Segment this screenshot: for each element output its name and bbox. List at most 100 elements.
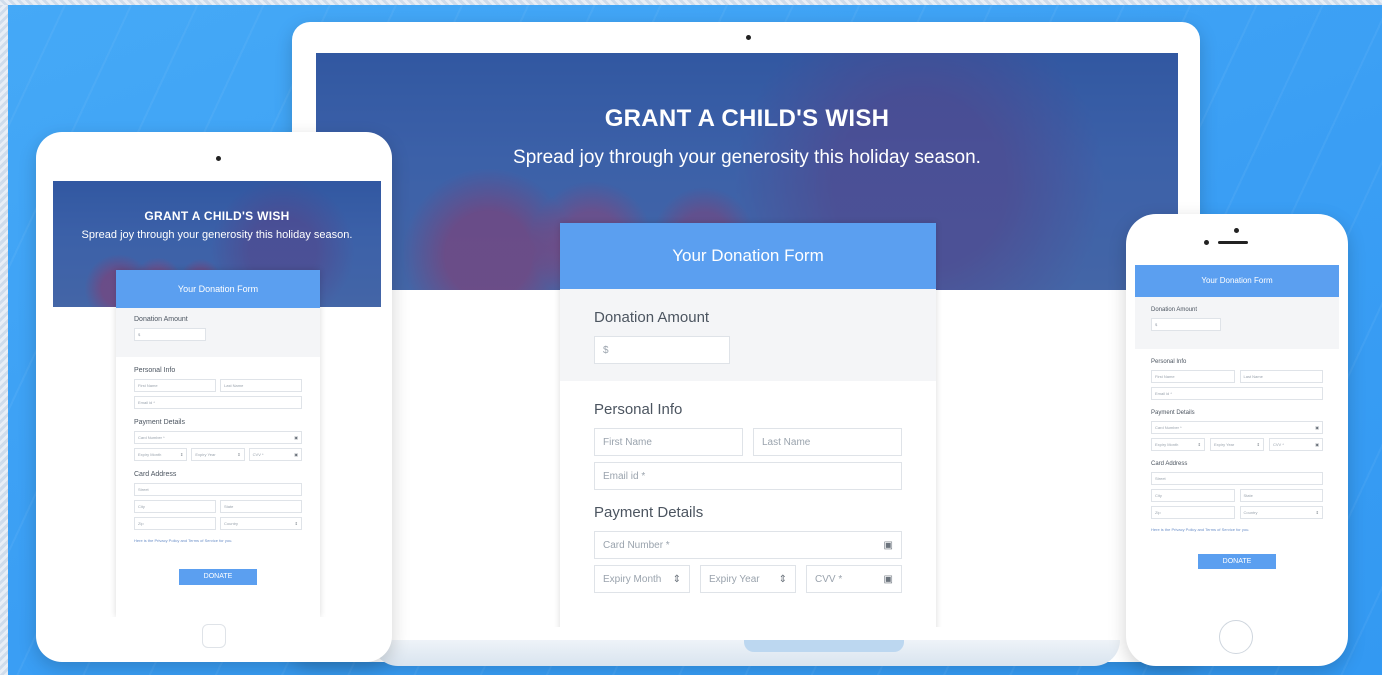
card-address-label: Card Address <box>1151 461 1188 467</box>
expiry-year-select[interactable]: Expiry Year ⇕ <box>191 448 245 461</box>
stepper-icon: ⇕ <box>179 452 184 457</box>
email-placeholder: Email id * <box>603 470 646 482</box>
phone-sensor <box>1204 240 1209 245</box>
frame-edge-left <box>0 0 8 675</box>
donation-amount-input[interactable]: $ <box>1151 318 1221 331</box>
personal-info-label: Personal Info <box>594 401 683 418</box>
state-input[interactable]: State <box>220 500 302 513</box>
currency-symbol: $ <box>603 344 609 356</box>
card-number-placeholder: Card Number * <box>603 539 670 551</box>
zip-input[interactable]: Zip <box>134 517 216 530</box>
expiry-year-select[interactable]: Expiry Year ⇕ <box>1210 438 1264 451</box>
form-header: Your Donation Form <box>1135 265 1339 297</box>
tablet-camera <box>216 156 221 161</box>
laptop-device: GRANT A CHILD'S WISH Spread joy through … <box>292 22 1200 666</box>
donate-button[interactable]: DONATE <box>1198 554 1276 569</box>
donation-amount-input[interactable]: $ <box>134 328 206 341</box>
cvv-input[interactable]: CVV * ▣ <box>1269 438 1323 451</box>
expiry-year-placeholder: Expiry Year <box>1214 442 1235 447</box>
donate-button[interactable]: DONATE <box>179 569 257 585</box>
city-input[interactable]: City <box>1151 489 1235 502</box>
currency-symbol: $ <box>1155 322 1158 327</box>
email-placeholder: Email id * <box>1155 391 1172 396</box>
cvv-input[interactable]: CVV * ▣ <box>248 448 302 461</box>
email-input[interactable]: Email id * <box>134 396 302 409</box>
last-name-input[interactable]: Last Name <box>1239 370 1323 383</box>
card-number-input[interactable]: Card Number * ▣ <box>594 531 902 559</box>
form-body: Personal Info First Name Last Name Email… <box>1135 349 1339 579</box>
cvv-placeholder: CVV * <box>1273 442 1284 447</box>
phone-device: Your Donation Form Donation Amount $ Per… <box>1126 214 1348 666</box>
zip-input[interactable]: Zip <box>1151 506 1235 519</box>
last-name-input[interactable]: Last Name <box>753 428 902 456</box>
donation-amount-label: Donation Amount <box>594 309 710 326</box>
form-body: Personal Info First Name Last Name Email… <box>560 381 936 619</box>
expiry-year-select[interactable]: Expiry Year ⇕ <box>700 565 796 593</box>
phone-home-button[interactable] <box>1219 620 1253 654</box>
cvv-input[interactable]: CVV * ▣ <box>806 565 902 593</box>
email-input[interactable]: Email id * <box>594 462 902 490</box>
expiry-month-select[interactable]: Expiry Month ⇕ <box>594 565 690 593</box>
last-name-input[interactable]: Last Name <box>220 379 302 392</box>
frame-edge-top <box>0 0 1382 5</box>
expiry-month-select[interactable]: Expiry Month ⇕ <box>134 448 188 461</box>
street-input[interactable]: Street <box>1151 472 1323 485</box>
payment-details-label: Payment Details <box>134 419 185 426</box>
donation-amount-label: Donation Amount <box>134 316 188 323</box>
tablet-screen: GRANT A CHILD'S WISH Spread joy through … <box>53 181 381 617</box>
stepper-icon: ⇕ <box>237 452 241 457</box>
personal-info-label: Personal Info <box>1151 359 1187 365</box>
cvv-placeholder: CVV * <box>252 452 264 457</box>
last-name-placeholder: Last Name <box>224 383 244 388</box>
expiry-month-placeholder: Expiry Month <box>603 573 662 585</box>
street-placeholder: Street <box>138 487 149 492</box>
first-name-placeholder: First Name <box>603 436 652 448</box>
laptop-base <box>372 640 1120 666</box>
stepper-icon: ⇕ <box>778 573 787 585</box>
form-header: Your Donation Form <box>116 270 320 308</box>
state-input[interactable]: State <box>1239 489 1323 502</box>
card-number-input[interactable]: Card Number * ▣ <box>1151 421 1323 434</box>
tablet-home-button[interactable] <box>202 624 226 648</box>
stepper-icon: ⇕ <box>1197 442 1201 447</box>
donation-amount-section: Donation Amount $ <box>1135 297 1339 349</box>
city-placeholder: City <box>1155 493 1162 498</box>
donation-form: Your Donation Form Donation Amount $ Per… <box>560 223 936 627</box>
street-input[interactable]: Street <box>134 483 302 496</box>
donation-form: Your Donation Form Donation Amount $ Per… <box>1135 265 1339 615</box>
zip-placeholder: Zip <box>138 521 144 526</box>
tablet-device: GRANT A CHILD'S WISH Spread joy through … <box>36 132 392 662</box>
first-name-input[interactable]: First Name <box>134 379 216 392</box>
laptop-screen: GRANT A CHILD'S WISH Spread joy through … <box>316 53 1178 627</box>
first-name-input[interactable]: First Name <box>594 428 743 456</box>
country-select[interactable]: Country ⇕ <box>1239 506 1323 519</box>
stepper-icon: ⇕ <box>1315 510 1319 515</box>
stepper-icon: ⇕ <box>294 521 298 526</box>
last-name-placeholder: Last Name <box>1243 374 1263 379</box>
country-placeholder: Country <box>1243 510 1258 515</box>
state-placeholder: State <box>1243 493 1253 498</box>
city-input[interactable]: City <box>134 500 216 513</box>
hero-title: GRANT A CHILD'S WISH <box>604 105 890 132</box>
card-address-label: Card Address <box>134 471 177 478</box>
expiry-year-placeholder: Expiry Year <box>195 452 216 457</box>
personal-info-label: Personal Info <box>134 367 176 374</box>
card-number-input[interactable]: Card Number * ▣ <box>134 431 302 444</box>
city-placeholder: City <box>138 504 145 509</box>
expiry-month-select[interactable]: Expiry Month ⇕ <box>1151 438 1205 451</box>
agree-text[interactable]: Here is the Privacy Policy and Terms of … <box>134 538 302 543</box>
card-icon: ▣ <box>294 435 298 440</box>
form-body: Personal Info First Name Last Name Email… <box>116 357 320 595</box>
donation-amount-section: Donation Amount $ <box>116 308 320 357</box>
first-name-input[interactable]: First Name <box>1151 370 1235 383</box>
first-name-placeholder: First Name <box>1155 374 1175 379</box>
country-select[interactable]: Country ⇕ <box>220 517 302 530</box>
agree-text[interactable]: Here is the Privacy Policy and Terms of … <box>1151 527 1323 532</box>
payment-details-label: Payment Details <box>594 504 704 521</box>
card-number-placeholder: Card Number * <box>1155 425 1182 430</box>
donation-amount-input[interactable]: $ <box>594 336 730 364</box>
laptop-notch <box>744 640 904 652</box>
country-placeholder: Country <box>224 521 239 526</box>
email-input[interactable]: Email id * <box>1151 387 1323 400</box>
first-name-placeholder: First Name <box>138 383 158 388</box>
